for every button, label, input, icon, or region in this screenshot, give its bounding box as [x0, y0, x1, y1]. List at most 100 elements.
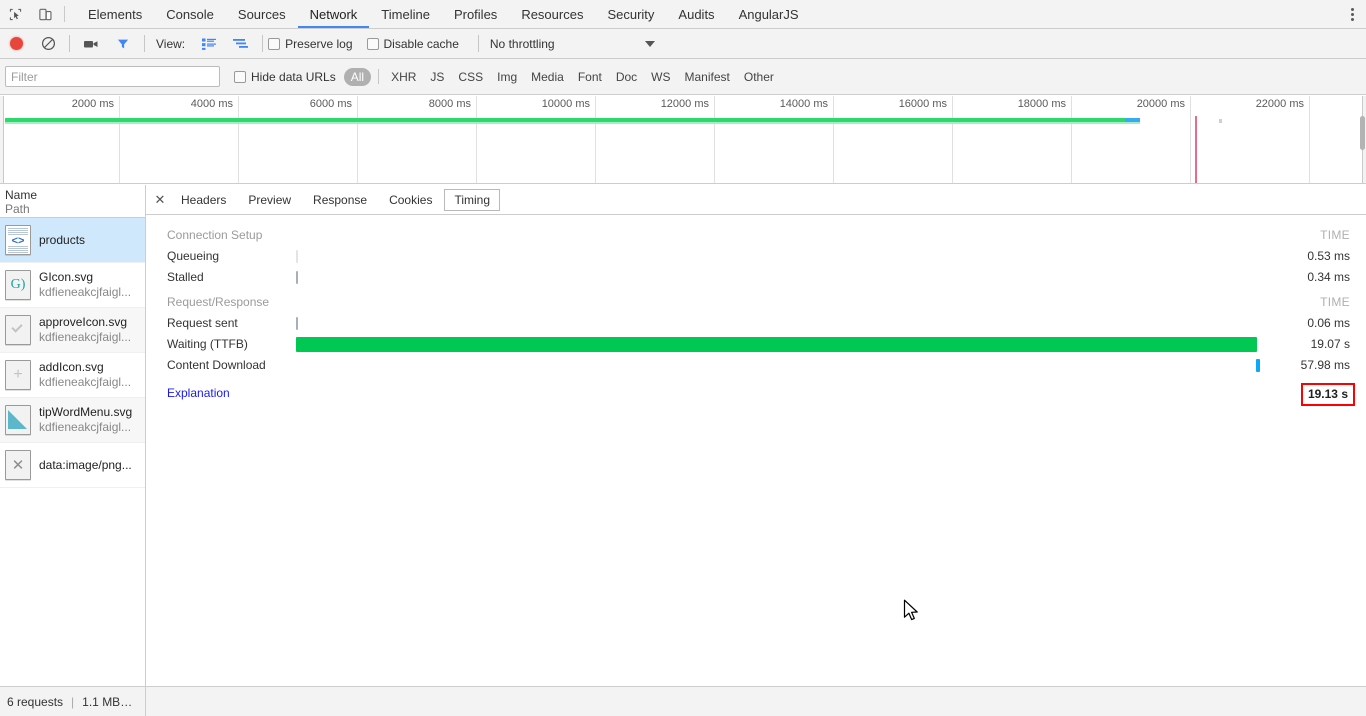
- column-header-path[interactable]: Path: [5, 202, 145, 217]
- request-row-approveicon[interactable]: approveIcon.svg kdfieneakcjfaigl...: [0, 308, 145, 353]
- filter-divider: [378, 69, 380, 84]
- hide-data-urls-checkbox[interactable]: Hide data URLs: [234, 70, 336, 84]
- record-icon[interactable]: [0, 29, 32, 59]
- filter-type-manifest[interactable]: Manifest: [678, 68, 737, 86]
- request-path: kdfieneakcjfaigl...: [39, 375, 132, 389]
- timing-label: Request sent: [167, 316, 238, 330]
- overview-left-handle[interactable]: [0, 96, 4, 183]
- device-toolbar-icon[interactable]: [30, 0, 60, 28]
- view-label: View:: [156, 36, 186, 51]
- column-header-name[interactable]: Name: [5, 188, 145, 202]
- inspect-element-icon[interactable]: [0, 0, 30, 28]
- tab-label: Security: [607, 6, 655, 22]
- tab-security[interactable]: Security: [595, 0, 666, 28]
- tab-network[interactable]: Network: [297, 0, 370, 28]
- hide-data-urls-label: Hide data URLs: [251, 69, 336, 84]
- more-options-icon[interactable]: [1338, 0, 1366, 29]
- tick-label: 14000 ms: [779, 98, 828, 110]
- request-name: approveIcon.svg: [39, 315, 128, 329]
- checkbox-box[interactable]: [234, 70, 246, 83]
- tab-audits[interactable]: Audits: [666, 0, 726, 28]
- tick-label: 10000 ms: [541, 98, 590, 110]
- request-row-tipwordmenu[interactable]: tipWordMenu.svg kdfieneakcjfaigl...: [0, 398, 145, 443]
- request-row-text: data:image/png...: [39, 458, 132, 473]
- request-path: kdfieneakcjfaigl...: [39, 285, 132, 299]
- timing-label: Waiting (TTFB): [167, 337, 248, 351]
- disable-cache-checkbox[interactable]: Disable cache: [366, 37, 459, 51]
- filter-type-all[interactable]: All: [343, 67, 372, 86]
- tab-console[interactable]: Console: [154, 0, 226, 28]
- filter-type-media[interactable]: Media: [524, 68, 571, 86]
- timing-bar-request-sent: [296, 317, 298, 330]
- status-bar-summary: 6 requests | 1.1 MB…: [0, 686, 146, 716]
- throttling-select[interactable]: No throttling: [490, 37, 555, 51]
- overview-band-download: [1125, 118, 1140, 122]
- tab-label: Audits: [678, 6, 715, 22]
- tab-timeline[interactable]: Timeline: [369, 0, 442, 28]
- list-view-icon[interactable]: [193, 29, 225, 59]
- transfer-size: 1.1 MB…: [82, 694, 133, 709]
- request-row-gicon[interactable]: G) GIcon.svg kdfieneakcjfaigl...: [0, 263, 145, 308]
- tab-response[interactable]: Response: [303, 189, 377, 211]
- tick-label: 6000 ms: [309, 98, 352, 110]
- filter-type-xhr[interactable]: XHR: [384, 68, 423, 86]
- tick-label: 4000 ms: [190, 98, 233, 110]
- timing-breakdown: Connection Setup TIME Queueing 0.53 ms S…: [146, 215, 1366, 407]
- document-code-icon: <>: [5, 225, 31, 255]
- tab-angularjs[interactable]: AngularJS: [727, 0, 811, 28]
- capture-screenshots-icon[interactable]: [75, 29, 107, 59]
- close-icon[interactable]: ✕: [150, 192, 170, 208]
- request-row-products[interactable]: <> products: [0, 218, 145, 263]
- request-row-text: addIcon.svg kdfieneakcjfaigl...: [39, 360, 131, 390]
- clear-icon[interactable]: [32, 29, 64, 59]
- filter-type-ws[interactable]: WS: [644, 68, 677, 86]
- filter-type-js[interactable]: JS: [423, 68, 451, 86]
- explanation-link[interactable]: Explanation: [167, 383, 230, 404]
- filter-type-font[interactable]: Font: [571, 68, 609, 86]
- request-row-addicon[interactable]: + addIcon.svg kdfieneakcjfaigl...: [0, 353, 145, 398]
- tab-sources[interactable]: Sources: [226, 0, 298, 28]
- detail-tab-bar: ✕ Headers Preview Response Cookies Timin…: [146, 185, 1366, 215]
- search-input[interactable]: [5, 66, 220, 87]
- x-icon: ✕: [5, 450, 31, 480]
- overview-scrollbar[interactable]: [1360, 116, 1365, 150]
- tab-preview[interactable]: Preview: [238, 189, 301, 211]
- overview-band-loading: [5, 118, 1125, 122]
- network-overview[interactable]: 2000 ms 4000 ms 6000 ms 8000 ms 10000 ms…: [0, 96, 1366, 184]
- timing-label: Stalled: [167, 270, 204, 284]
- resource-type-filters: All XHR JS CSS Img Media Font Doc WS Man…: [343, 67, 781, 86]
- load-event-marker: [1195, 116, 1197, 183]
- filter-type-other[interactable]: Other: [737, 68, 781, 86]
- chevron-down-icon[interactable]: [644, 40, 655, 47]
- toolbar-divider: [64, 6, 65, 22]
- request-path: kdfieneakcjfaigl...: [39, 420, 132, 434]
- tab-headers[interactable]: Headers: [171, 189, 236, 211]
- timing-value: 57.98 ms: [1300, 358, 1350, 372]
- checkbox-box[interactable]: [268, 37, 281, 50]
- checkbox-box[interactable]: [366, 37, 379, 50]
- tab-elements[interactable]: Elements: [76, 0, 154, 28]
- timing-bar-waiting: [296, 337, 1257, 352]
- toolbar-divider: [69, 35, 70, 52]
- toolbar-divider: [477, 35, 479, 52]
- waterfall-view-icon[interactable]: [225, 29, 257, 59]
- tab-profiles[interactable]: Profiles: [442, 0, 509, 28]
- filter-type-css[interactable]: CSS: [451, 68, 490, 86]
- timing-row-stalled: Stalled 0.34 ms: [146, 267, 1366, 288]
- filter-type-img[interactable]: Img: [490, 68, 524, 86]
- tab-cookies[interactable]: Cookies: [379, 189, 442, 211]
- filter-type-doc[interactable]: Doc: [609, 68, 644, 86]
- filter-funnel-icon[interactable]: [107, 29, 139, 59]
- devtools-tab-list: Elements Console Sources Network Timelin…: [76, 0, 811, 28]
- tab-resources[interactable]: Resources: [509, 0, 595, 28]
- preserve-log-checkbox[interactable]: Preserve log: [268, 37, 353, 51]
- tick-label: 18000 ms: [1017, 98, 1066, 110]
- timing-bar-content-download: [1256, 359, 1260, 372]
- request-row-dataimage[interactable]: ✕ data:image/png...: [0, 443, 145, 488]
- request-name: tipWordMenu.svg: [39, 405, 133, 419]
- status-separator: |: [71, 694, 75, 709]
- tab-label: Profiles: [453, 6, 498, 22]
- plus-icon: +: [5, 360, 31, 390]
- request-row-text: products: [39, 233, 85, 248]
- tab-timing[interactable]: Timing: [444, 188, 501, 211]
